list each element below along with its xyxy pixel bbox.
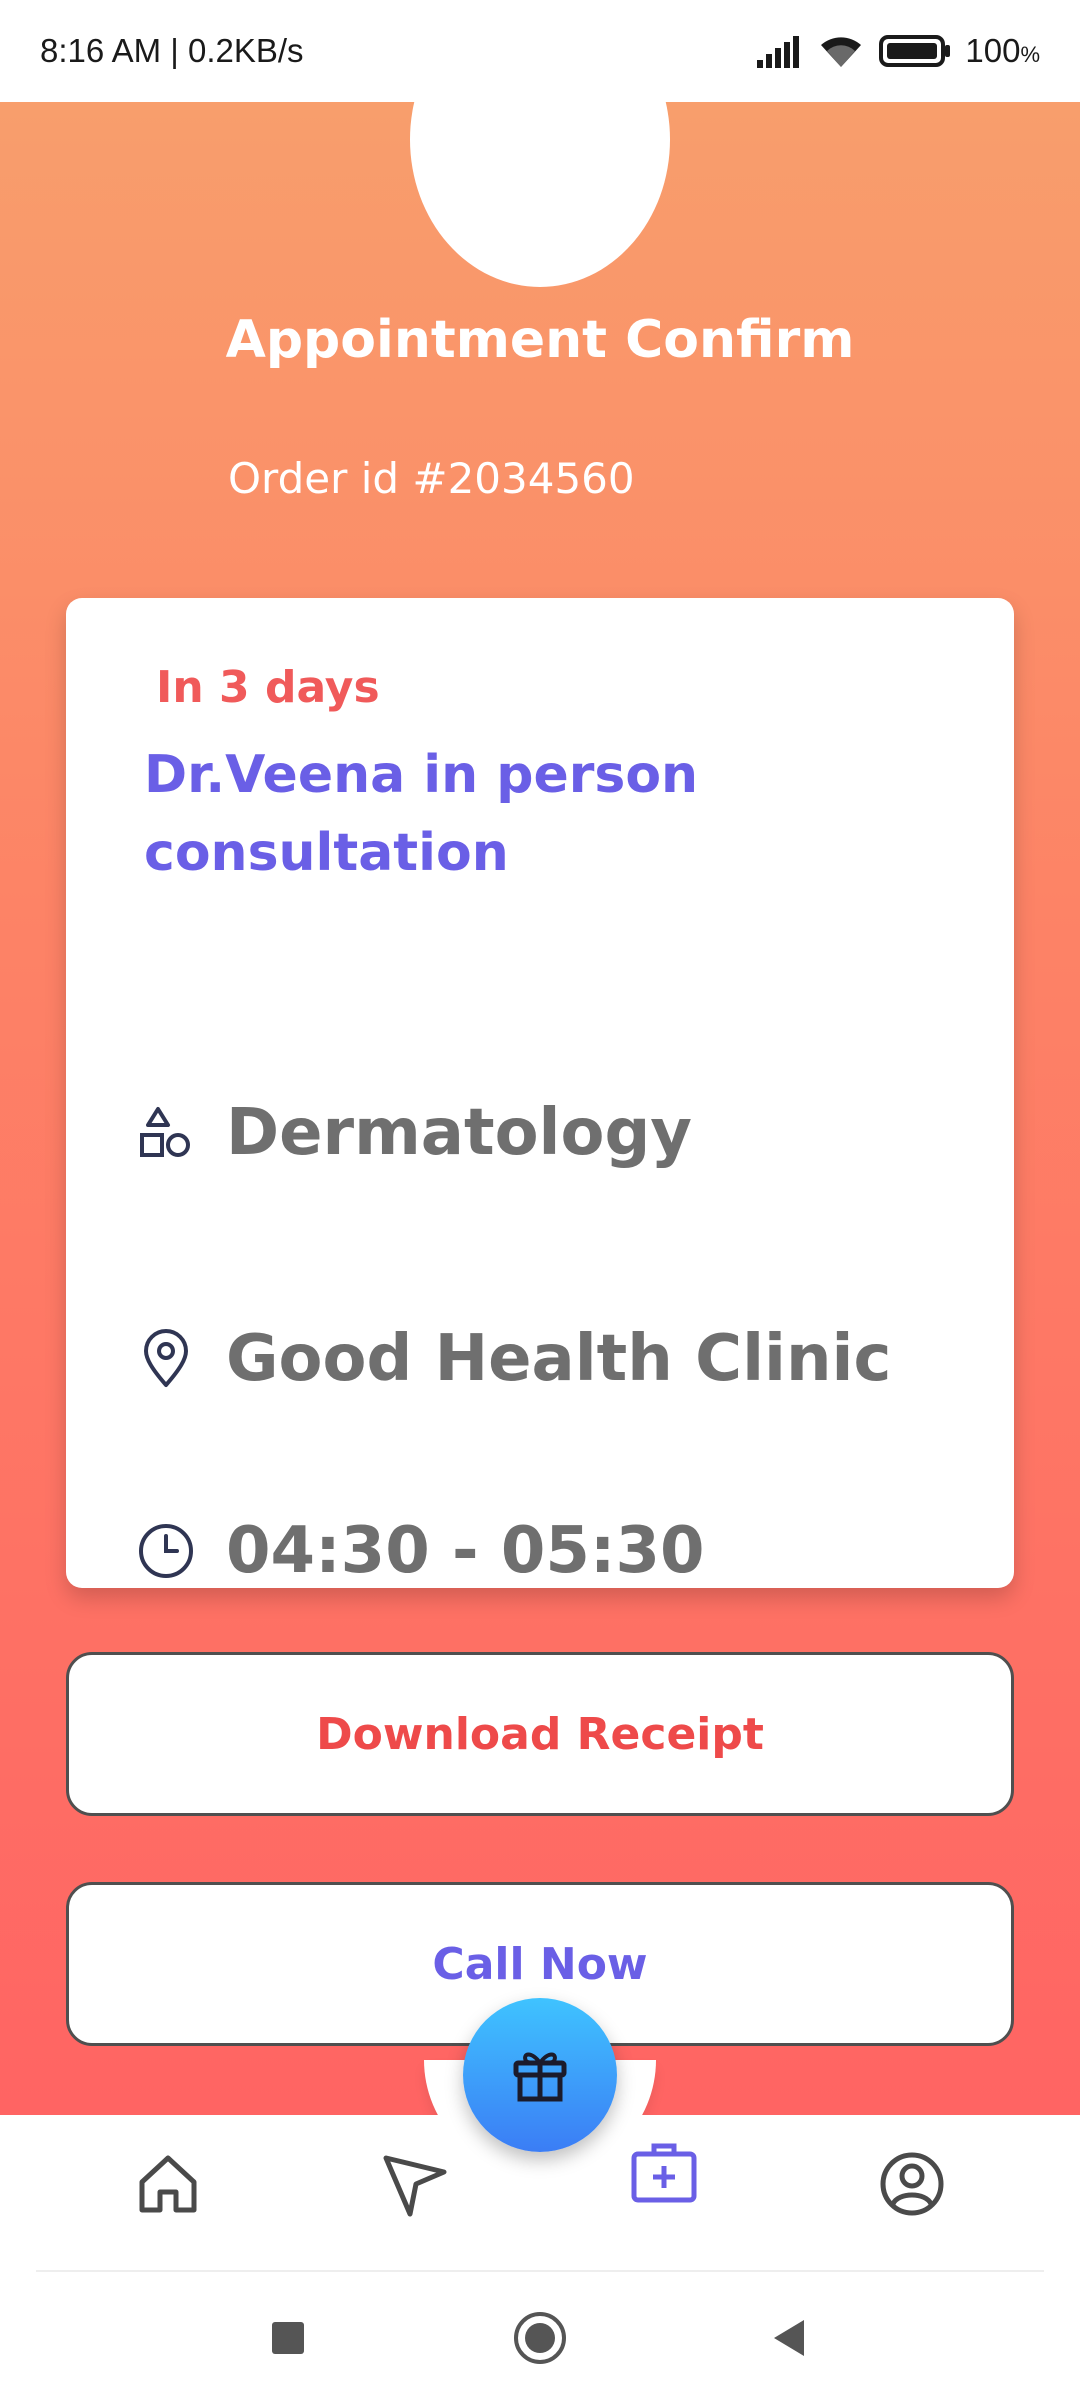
page-title: Appointment Confirm	[225, 310, 855, 370]
clock-icon	[136, 1521, 196, 1581]
send-icon[interactable]	[380, 2150, 450, 2224]
recents-icon[interactable]	[268, 2318, 308, 2362]
status-bar: 8:16 AM | 0.2KB/s 100%	[0, 0, 1080, 102]
signal-icon	[755, 34, 803, 68]
specialty-row: Dermatology	[136, 1096, 692, 1170]
confirmation-panel: Appointment Confirm Order id #2034560 In…	[0, 102, 1080, 2115]
specialty-text: Dermatology	[226, 1096, 692, 1170]
gift-icon	[508, 2041, 572, 2109]
avatar-placeholder	[410, 102, 670, 287]
time-row: 04:30 - 05:30	[136, 1514, 705, 1588]
clinic-text: Good Health Clinic	[226, 1322, 892, 1396]
wifi-icon	[817, 33, 865, 69]
clinic-row: Good Health Clinic	[136, 1322, 891, 1396]
status-time: 8:16 AM | 0.2KB/s	[40, 32, 304, 69]
appointment-card: In 3 days Dr.Veena in person consultatio…	[66, 598, 1014, 1588]
shapes-icon	[136, 1103, 196, 1163]
profile-icon[interactable]	[878, 2150, 946, 2222]
battery-icon	[879, 34, 951, 68]
back-icon[interactable]	[768, 2316, 808, 2364]
doctor-consultation-title: Dr.Veena in person consultation	[144, 745, 699, 883]
nav-divider	[36, 2270, 1044, 2272]
location-pin-icon	[136, 1329, 196, 1389]
home-icon[interactable]	[134, 2150, 202, 2222]
system-home-icon[interactable]	[512, 2310, 568, 2370]
download-receipt-button[interactable]: Download Receipt	[66, 1652, 1014, 1816]
status-icons: 100%	[755, 32, 1040, 70]
battery-level: 100%	[965, 32, 1040, 69]
medical-kit-icon[interactable]	[630, 2140, 698, 2210]
gift-fab-button[interactable]	[463, 1998, 617, 2152]
days-until-badge: In 3 days	[156, 662, 380, 713]
order-id: Order id #2034560	[228, 454, 635, 503]
time-slot-text: 04:30 - 05:30	[226, 1514, 705, 1588]
